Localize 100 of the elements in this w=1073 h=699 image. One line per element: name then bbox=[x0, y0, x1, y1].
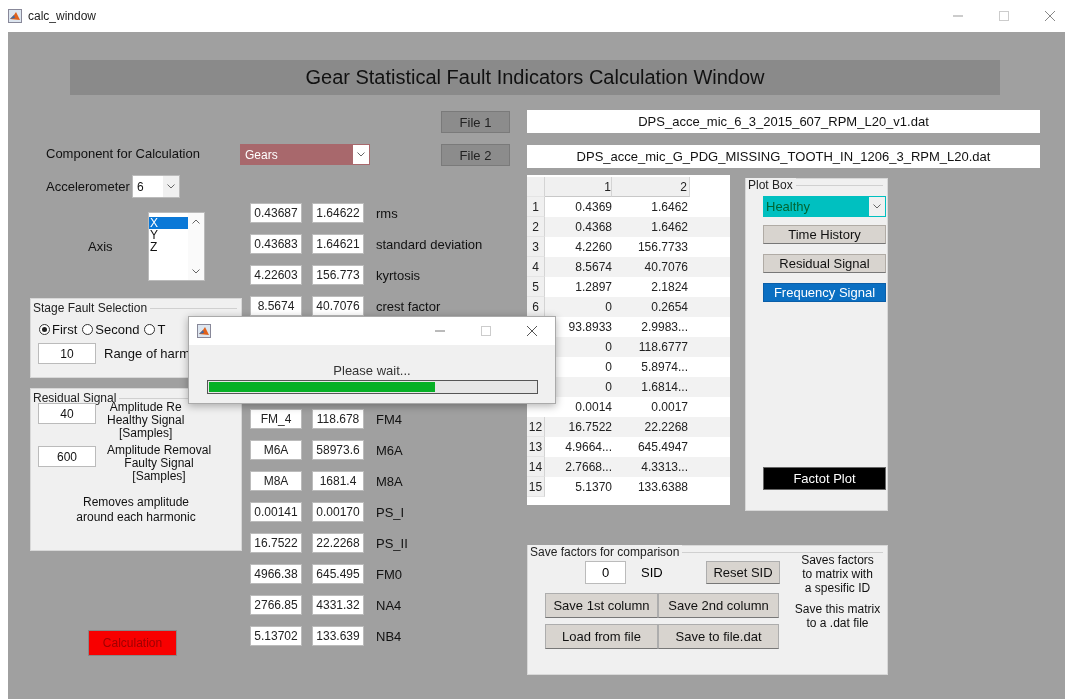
indicator-value: 0.00141 bbox=[250, 502, 302, 522]
indicator-value: M8A bbox=[250, 471, 302, 491]
row-header: 4 bbox=[527, 257, 545, 277]
table-cell-text: 8.5674 bbox=[574, 259, 612, 276]
indicator-value: 8.5674 bbox=[250, 296, 302, 316]
table-cell-text: 2.9983... bbox=[640, 319, 689, 336]
table-cell-text: 5.1370 bbox=[574, 479, 612, 496]
table-cell-text: 645.4947 bbox=[636, 439, 689, 456]
table-cell-text: 156.7733 bbox=[636, 239, 689, 256]
matlab-logo-icon bbox=[8, 9, 22, 23]
radio-button[interactable]: First bbox=[39, 322, 78, 337]
indicator-label: M8A bbox=[376, 473, 403, 489]
close-icon bbox=[1045, 11, 1055, 21]
indicator-label: crest factor bbox=[376, 298, 441, 314]
indicator-value: 0.43683 bbox=[250, 234, 302, 254]
file-button[interactable]: File 1 bbox=[441, 111, 510, 133]
indicator-label: PS_I bbox=[376, 504, 405, 520]
help-text: Saves factors bbox=[801, 553, 874, 567]
column-header: 1 bbox=[545, 177, 612, 197]
indicator-value: 118.678 bbox=[312, 409, 364, 429]
table-cell-text: 1.6814... bbox=[640, 379, 689, 396]
chevron-up-icon bbox=[192, 219, 200, 224]
panel-title: Plot Box bbox=[746, 178, 796, 192]
indicator-value: 4.22603 bbox=[250, 265, 302, 285]
axis-listbox[interactable]: X Y Z bbox=[148, 212, 205, 281]
maximize-icon bbox=[999, 11, 1009, 21]
indicator-value: 1681.4 bbox=[312, 471, 364, 491]
factor-plot-button[interactable]: Factot Plot bbox=[763, 467, 886, 490]
table-cell-text: 0 bbox=[604, 339, 612, 356]
indicator-value: 1.64621 bbox=[312, 234, 364, 254]
table-corner bbox=[527, 177, 545, 197]
list-item[interactable]: X bbox=[149, 217, 188, 229]
indicator-label: NB4 bbox=[376, 628, 402, 644]
file-path-field[interactable]: DPS_acce_mic_6_3_2015_607_RPM_L20_v1.dat bbox=[527, 110, 1040, 133]
radio-button[interactable]: T bbox=[144, 322, 166, 337]
accelerometer-label: Accelerometer bbox=[45, 179, 131, 194]
table-cell-text: 4.9664... bbox=[564, 439, 612, 456]
plot-button[interactable]: Time History bbox=[763, 225, 886, 244]
indicator-value: 22.2268 bbox=[312, 533, 364, 553]
row-header: 5 bbox=[527, 277, 545, 297]
indicator-value: 2766.85 bbox=[250, 595, 302, 615]
indicator-label: PS_II bbox=[376, 535, 408, 551]
sid-field[interactable]: 0 bbox=[585, 561, 626, 584]
list-item[interactable]: Y bbox=[149, 229, 188, 241]
save-button[interactable]: Load from file bbox=[545, 624, 658, 649]
range-field[interactable]: 10 bbox=[38, 343, 96, 364]
indicator-value: 4966.38 bbox=[250, 564, 302, 584]
row-header: 15 bbox=[527, 477, 545, 497]
chevron-down-icon bbox=[873, 204, 881, 209]
list-item[interactable]: Z bbox=[149, 241, 188, 253]
save-button[interactable]: Save 2nd column bbox=[658, 593, 779, 618]
help-text: to a .dat file bbox=[806, 616, 869, 630]
matlab-logo-icon bbox=[197, 324, 211, 338]
indicator-label: standard deviation bbox=[376, 236, 483, 252]
chevron-down-icon bbox=[357, 152, 365, 157]
indicator-value: 156.773 bbox=[312, 265, 364, 285]
indicator-label: M6A bbox=[376, 442, 403, 458]
row-header: 1 bbox=[527, 197, 545, 217]
table-cell-text: 0.4369 bbox=[574, 199, 612, 216]
table-cell-text: 0.4368 bbox=[574, 219, 612, 236]
panel-title: Save factors for comparison bbox=[528, 545, 683, 559]
chevron-down-icon bbox=[192, 269, 200, 274]
samples-field[interactable]: 600 bbox=[38, 446, 96, 467]
indicator-value: M6A bbox=[250, 440, 302, 460]
indicator-value: 16.7522 bbox=[250, 533, 302, 553]
save-button[interactable]: Save 1st column bbox=[545, 593, 658, 618]
table-cell-text: 0.0017 bbox=[650, 399, 689, 416]
help-text: a spesific ID bbox=[804, 581, 871, 595]
component-dropdown[interactable]: Gears bbox=[240, 144, 370, 165]
plot-button[interactable]: Residual Signal bbox=[763, 254, 886, 273]
indicator-value: 0.00170 bbox=[312, 502, 364, 522]
table-cell-text: 0.2654 bbox=[650, 299, 689, 316]
file-path-field[interactable]: DPS_acce_mic_G_PDG_MISSING_TOOTH_IN_1206_3_RPM_L20.dat bbox=[527, 145, 1040, 168]
table-cell-text: 40.7076 bbox=[643, 259, 689, 276]
accelerometer-dropdown[interactable]: 6 bbox=[132, 175, 180, 198]
file-button[interactable]: File 2 bbox=[441, 144, 510, 166]
table-cell-text: 1.2897 bbox=[574, 279, 612, 296]
table-cell-text: 1.6462 bbox=[650, 199, 689, 216]
indicator-label: FM0 bbox=[376, 566, 402, 582]
radio-button[interactable]: Second bbox=[82, 322, 140, 337]
plot-button[interactable]: Frequency Signal bbox=[763, 283, 886, 302]
table-cell-text: 1.6462 bbox=[650, 219, 689, 236]
reset-sid-button[interactable]: Reset SID bbox=[706, 561, 780, 584]
table-cell-text: 4.2260 bbox=[574, 239, 612, 256]
field-label: Healthy Signal bbox=[107, 414, 185, 427]
indicator-value: 645.495 bbox=[312, 564, 364, 584]
indicator-value: 58973.6 bbox=[312, 440, 364, 460]
column-header: 2 bbox=[612, 177, 690, 197]
samples-field[interactable]: 40 bbox=[38, 403, 96, 424]
chevron-down-icon bbox=[167, 184, 175, 189]
field-label: [Samples] bbox=[132, 470, 186, 483]
note-text: around each harmonic bbox=[75, 510, 197, 525]
field-label: [Samples] bbox=[119, 427, 173, 440]
indicator-value: FM_4 bbox=[250, 409, 302, 429]
indicator-value: 4331.32 bbox=[312, 595, 364, 615]
indicator-label: kyrtosis bbox=[376, 267, 421, 283]
save-button[interactable]: Save to file.dat bbox=[658, 624, 779, 649]
row-header: 13 bbox=[527, 437, 545, 457]
axis-label: Axis bbox=[87, 239, 114, 254]
table-cell-text: 0.0014 bbox=[574, 399, 612, 416]
